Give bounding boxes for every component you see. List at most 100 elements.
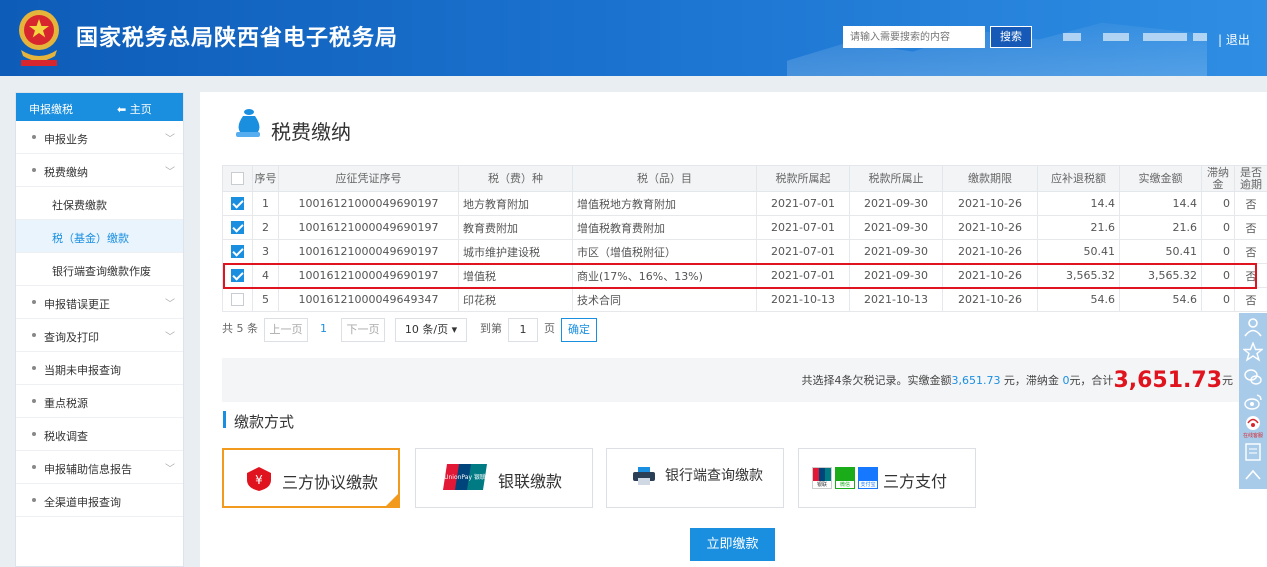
table-cell: 21.6: [1119, 215, 1202, 240]
sidebar-item[interactable]: 申报辅助信息报告 ﹀: [16, 451, 183, 484]
row-checkbox-cell[interactable]: [222, 287, 253, 312]
table-cell: 2021-10-13: [849, 287, 943, 312]
column-header: 序号: [252, 165, 279, 192]
unionpay-logo-text: UnionPay 银联: [444, 473, 486, 481]
bullet-icon: [32, 498, 36, 502]
pager-goto-suffix: 页: [544, 322, 555, 335]
sidebar-item[interactable]: 税（基金）缴款: [16, 220, 183, 253]
row-checkbox[interactable]: [231, 197, 244, 211]
pay-now-button[interactable]: 立即缴款: [690, 528, 775, 561]
pager-prev-button[interactable]: 上一页: [264, 318, 308, 342]
pager-next-button[interactable]: 下一页: [341, 318, 385, 342]
table-cell: 增值税地方教育附加: [572, 191, 757, 216]
pager-total: 共 5 条: [222, 322, 258, 335]
bullet-icon: [32, 432, 36, 436]
weibo-icon[interactable]: [1243, 392, 1263, 412]
row-checkbox[interactable]: [231, 293, 244, 307]
row-checkbox-cell[interactable]: [222, 239, 253, 264]
pay-option-third-party[interactable]: 银联 微信 支付宝 三方支付: [798, 448, 976, 508]
per-page-select[interactable]: 10 条/页 ▾: [395, 318, 467, 342]
sidebar-item-label: 税收调查: [44, 430, 88, 443]
select-all-checkbox-cell[interactable]: [222, 165, 253, 192]
table-cell: 2021-09-30: [849, 239, 943, 264]
table-cell: 技术合同: [572, 287, 757, 312]
table-cell: 0: [1201, 215, 1235, 240]
star-icon[interactable]: [1243, 342, 1263, 362]
pager-confirm-button[interactable]: 确定: [561, 318, 597, 342]
row-checkbox-cell[interactable]: [222, 191, 253, 216]
sidebar-item-label: 当期未申报查询: [44, 364, 121, 377]
column-header: 是否逾期: [1234, 165, 1267, 192]
bullet-icon: [32, 135, 36, 139]
column-header: 税款所属起: [756, 165, 850, 192]
summary-mid1: 元，滞纳金: [1000, 374, 1063, 387]
table-cell: 0: [1201, 263, 1235, 288]
user-icon[interactable]: [1243, 317, 1263, 337]
sidebar-item[interactable]: 重点税源: [16, 385, 183, 418]
table-row: 1 10016121000049690197 地方教育附加 增值税地方教育附加 2021…: [222, 191, 1267, 216]
table-row: 5 10016121000049649347 印花税 技术合同 2021-10-13 20…: [222, 287, 1267, 312]
bullet-icon: [32, 399, 36, 403]
table-cell: 地方教育附加: [458, 191, 573, 216]
table-cell: 0: [1201, 239, 1235, 264]
sidebar-item[interactable]: 银行端查询缴款作废: [16, 253, 183, 286]
row-checkbox[interactable]: [231, 269, 244, 283]
column-header: 税款所属止: [849, 165, 943, 192]
sidebar-item[interactable]: 查询及打印 ﹀: [16, 319, 183, 352]
table-cell: 10016121000049690197: [278, 263, 459, 288]
pay-option-unionpay[interactable]: UnionPay 银联 银联缴款: [415, 448, 593, 508]
page-title: 税费缴纳: [271, 120, 351, 144]
chevron-down-icon: ﹀: [165, 332, 175, 343]
pay-option-bank-query[interactable]: 银行端查询缴款: [606, 448, 784, 508]
payment-summary: 共选择4条欠税记录。实缴金额3,651.73 元，滞纳金 0元，合计3,651.…: [801, 368, 1233, 393]
chevron-down-icon: ﹀: [165, 299, 175, 310]
row-checkbox-cell[interactable]: [222, 215, 253, 240]
summary-total: 3,651.73: [1113, 368, 1222, 393]
customer-service-icon: [1246, 416, 1260, 430]
table-cell: 2021-10-26: [942, 239, 1038, 264]
sidebar-item[interactable]: 社保费缴款: [16, 187, 183, 220]
row-checkbox[interactable]: [231, 245, 244, 259]
table-row: 3 10016121000049690197 城市维护建设税 市区（增值税附征） 202…: [222, 239, 1267, 264]
pager-goto-input[interactable]: 1: [508, 318, 538, 342]
table-cell: 0: [1201, 287, 1235, 312]
summary-amount: 3,651.73: [951, 374, 1001, 387]
table-cell: 2: [252, 215, 279, 240]
home-link[interactable]: ⬅ 主页: [117, 101, 152, 117]
sidebar-header: 申报缴税 ⬅ 主页: [16, 93, 183, 121]
row-checkbox-cell[interactable]: [222, 263, 253, 288]
emblem-icon: [19, 10, 59, 66]
row-checkbox[interactable]: [231, 221, 244, 235]
pager-current-page[interactable]: 1: [320, 318, 327, 342]
table-cell: 4: [252, 263, 279, 288]
sidebar-item[interactable]: 税费缴纳 ﹀: [16, 154, 183, 187]
select-all-checkbox[interactable]: [231, 172, 244, 185]
sidebar-item[interactable]: 申报错误更正 ﹀: [16, 286, 183, 319]
column-header: 缴款期限: [942, 165, 1038, 192]
sidebar-item[interactable]: 全渠道申报查询: [16, 484, 183, 517]
chevron-down-icon: ﹀: [165, 134, 175, 145]
customer-service-button[interactable]: 在线客服: [1239, 415, 1267, 445]
table-cell: 21.6: [1037, 215, 1120, 240]
sidebar-item[interactable]: 税收调查: [16, 418, 183, 451]
alipay-label: 支付宝: [860, 482, 876, 488]
arrow-up-icon[interactable]: [1243, 465, 1263, 485]
search-button[interactable]: 搜索: [990, 26, 1032, 48]
document-icon[interactable]: [1243, 442, 1263, 462]
table-cell: 增值税教育费附加: [572, 215, 757, 240]
sidebar-item[interactable]: 申报业务 ﹀: [16, 121, 183, 154]
floating-toolbar: 在线客服: [1239, 313, 1267, 489]
pay-option-label: 三方支付: [883, 472, 948, 491]
table-row: 2 10016121000049690197 教育费附加 增值税教育费附加 2021-0…: [222, 215, 1267, 240]
table-cell: 商业(17%、16%、13%): [572, 263, 757, 288]
sidebar-item[interactable]: 当期未申报查询: [16, 352, 183, 385]
wechat-icon[interactable]: [1243, 367, 1263, 387]
sidebar-item-label: 税（基金）缴款: [52, 232, 129, 245]
bullet-icon: [32, 168, 36, 172]
logout-link[interactable]: 退出: [1226, 33, 1250, 47]
table-cell: 市区（增值税附征）: [572, 239, 757, 264]
pay-option-tripartite[interactable]: ¥ 三方协议缴款: [222, 448, 400, 508]
search-input[interactable]: [843, 26, 985, 48]
pay-option-label: 银行端查询缴款: [665, 468, 763, 484]
customer-service-label: 在线客服: [1242, 433, 1263, 439]
